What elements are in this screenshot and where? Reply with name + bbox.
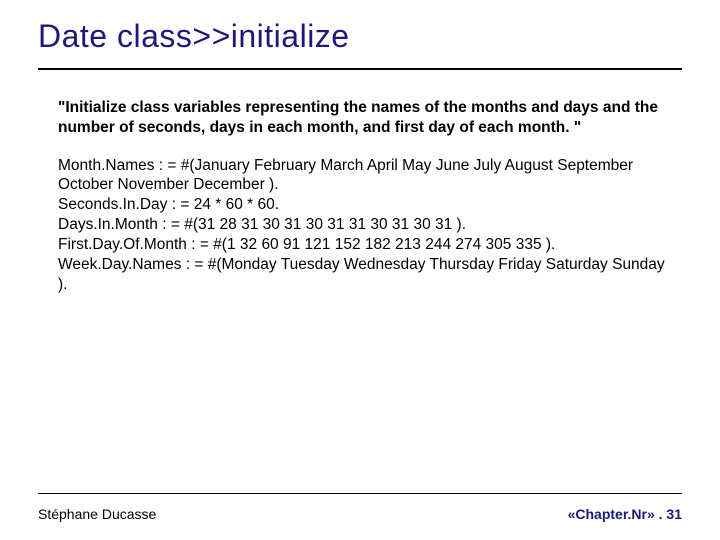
footer-page: «Chapter.Nr» . 31 xyxy=(568,506,682,522)
code-line: First.Day.Of.Month : = #(1 32 60 91 121 … xyxy=(58,235,672,255)
footer-author: Stéphane Ducasse xyxy=(38,506,156,522)
method-code: Month.Names : = #(January February March… xyxy=(58,156,672,295)
method-comment: "Initialize class variables representing… xyxy=(58,98,672,138)
code-line: Week.Day.Names : = #(Monday Tuesday Wedn… xyxy=(58,255,672,295)
code-line: Seconds.In.Day : = 24 * 60 * 60. xyxy=(58,195,672,215)
slide: Date class>>initialize "Initialize class… xyxy=(0,0,720,540)
code-line: Month.Names : = #(January February March… xyxy=(58,156,672,196)
slide-title: Date class>>initialize xyxy=(38,18,350,55)
slide-body: "Initialize class variables representing… xyxy=(58,98,672,294)
footer-rule xyxy=(38,493,682,494)
code-line: Days.In.Month : = #(31 28 31 30 31 30 31… xyxy=(58,215,672,235)
title-underline xyxy=(38,68,682,70)
